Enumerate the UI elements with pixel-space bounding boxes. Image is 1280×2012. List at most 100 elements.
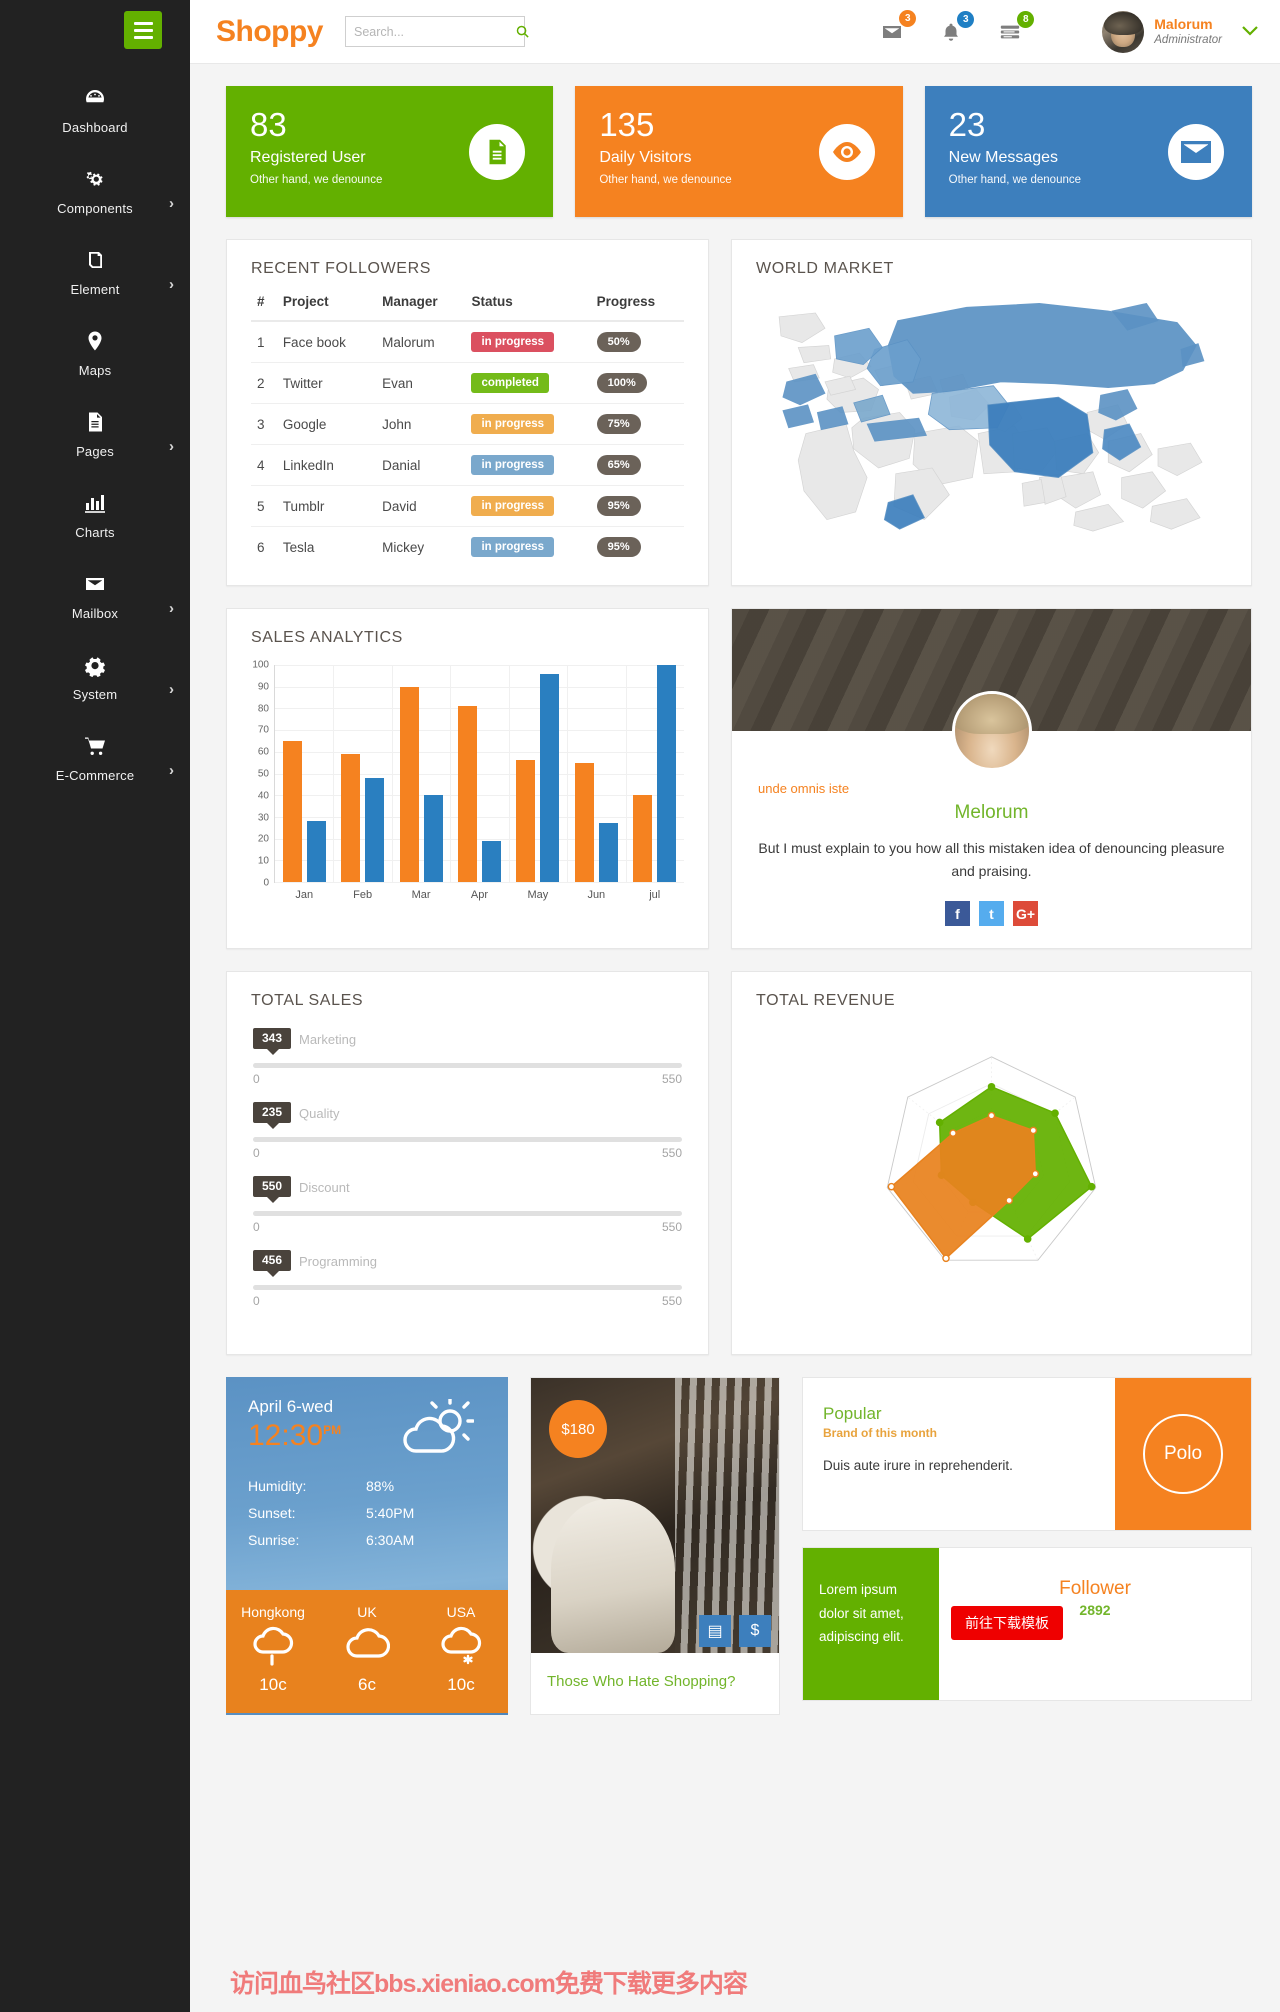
sidebar-item-pages[interactable]: Pages › <box>0 396 190 477</box>
bar[interactable] <box>365 777 385 882</box>
bar[interactable] <box>457 706 477 882</box>
sidebar-item-dashboard[interactable]: Dashboard <box>0 72 190 153</box>
table-row[interactable]: 6 Tesla Mickey in progress 95% <box>251 527 684 568</box>
slider-min: 0 <box>253 1220 260 1235</box>
table-row[interactable]: 1 Face book Malorum in progress 50% <box>251 321 684 363</box>
user-meta: Malorum Administrator <box>1154 16 1222 48</box>
popular-brand-card[interactable]: Popular Brand of this month Duis aute ir… <box>802 1377 1252 1532</box>
facebook-icon[interactable]: f <box>945 901 970 927</box>
bar[interactable] <box>399 686 419 882</box>
slider-track[interactable] <box>253 1211 682 1217</box>
sidebar-item-charts[interactable]: Charts <box>0 477 190 558</box>
slider-track[interactable] <box>253 1137 682 1143</box>
table-row[interactable]: 3 Google John in progress 75% <box>251 403 684 445</box>
content: 83 Registered User Other hand, we denounce… <box>190 64 1280 1716</box>
table-row[interactable]: 4 LinkedIn Danial in progress 65% <box>251 444 684 486</box>
follower-card[interactable]: Lorem ipsum dolor sit amet, adipiscing e… <box>802 1547 1252 1702</box>
weather-widget: April 6-wed 12:30PM Humidity: 88% Sunset… <box>226 1377 508 1716</box>
slider-track[interactable] <box>253 1285 682 1291</box>
chevron-right-icon[interactable]: › <box>169 277 174 292</box>
stat-card-registered-user[interactable]: 83 Registered User Other hand, we denounce <box>226 86 554 217</box>
promo-text: Popular Brand of this month Duis aute ir… <box>803 1378 1115 1530</box>
brand-logo[interactable]: Shoppy <box>216 15 324 49</box>
table-row[interactable]: 5 Tumblr David in progress 95% <box>251 485 684 527</box>
slider-track[interactable] <box>253 1063 682 1069</box>
followers-table-wrap: # Project Manager Status Progress 1 Face book… <box>227 290 708 585</box>
table-row[interactable]: 2 Twitter Evan completed 100% <box>251 362 684 404</box>
notification-envelope[interactable]: 3 <box>880 9 917 44</box>
world-map[interactable] <box>732 290 1251 550</box>
x-tick-label: Apr <box>470 889 489 901</box>
stat-card-daily-visitors[interactable]: 135 Daily Visitors Other hand, we denounce <box>575 86 903 217</box>
search-box[interactable] <box>345 16 529 47</box>
sidebar-item-e-commerce[interactable]: E-Commerce › <box>0 720 190 801</box>
y-tick-label: 10 <box>257 855 269 867</box>
panel-title: WORLD MARKET <box>756 260 894 277</box>
bar[interactable] <box>540 673 560 882</box>
chevron-right-icon[interactable]: › <box>169 439 174 454</box>
slider-min: 0 <box>253 1072 260 1087</box>
bar[interactable] <box>341 753 361 882</box>
x-tick-label: Feb <box>353 889 373 901</box>
slider-programming[interactable]: Programming 456 0 550 <box>253 1250 682 1308</box>
bar[interactable] <box>423 795 443 882</box>
search-icon[interactable] <box>515 24 530 39</box>
weather-value: 6:30AM <box>366 1532 415 1549</box>
bar[interactable] <box>657 665 677 882</box>
slider-marketing[interactable]: Marketing 343 0 550 <box>253 1028 682 1087</box>
topbar: Shoppy 3 3 8 Malorum Administrator <box>190 0 1280 64</box>
slider-discount[interactable]: Discount 550 0 550 <box>253 1176 682 1235</box>
slider-min: 0 <box>253 1146 260 1161</box>
y-tick-label: 100 <box>252 659 269 671</box>
hamburger-icon[interactable] <box>124 11 162 49</box>
user-menu[interactable]: Malorum Administrator <box>1102 10 1258 53</box>
dollar-icon[interactable]: $ <box>739 1615 771 1648</box>
chevron-right-icon[interactable]: › <box>169 601 174 616</box>
bar[interactable] <box>516 760 536 882</box>
weather-rows: Humidity: 88% Sunset: 5:40PM Sunrise: 6:30AM <box>248 1478 486 1548</box>
chevron-down-icon[interactable] <box>1242 23 1258 41</box>
bar[interactable] <box>481 840 501 882</box>
bar[interactable] <box>574 762 594 882</box>
shop-card[interactable]: $180 ▤ $ Those Who Hate Shopping? <box>530 1377 780 1716</box>
sidebar-item-label: Maps <box>78 363 112 378</box>
x-tick-label: Jun <box>587 889 606 901</box>
sidebar-item-system[interactable]: System › <box>0 639 190 720</box>
slider-label: Discount <box>299 1180 350 1196</box>
google-plus-icon[interactable]: G+ <box>1013 901 1038 927</box>
followers-table: # Project Manager Status Progress 1 Face book… <box>251 290 684 567</box>
bar[interactable] <box>598 823 618 882</box>
search-input[interactable] <box>354 24 515 39</box>
sidebar-item-maps[interactable]: Maps <box>0 315 190 396</box>
sidebar-item-label: Element <box>70 282 120 297</box>
column-header: Progress <box>590 290 684 322</box>
notification-bell[interactable]: 3 <box>940 10 975 43</box>
slider-quality[interactable]: Quality 235 0 550 <box>253 1102 682 1161</box>
shop-caption: Those Who Hate Shopping? <box>547 1673 736 1691</box>
sidebar-item-mailbox[interactable]: Mailbox › <box>0 558 190 639</box>
notification-tasks[interactable]: 8 <box>998 10 1035 43</box>
download-template-button[interactable]: 前往下载模板 <box>951 1606 1063 1641</box>
bar-group <box>509 665 567 882</box>
status-badge: in progress <box>471 496 555 516</box>
status-badge: completed <box>471 373 549 393</box>
chevron-right-icon[interactable]: › <box>169 763 174 778</box>
slider-label: Quality <box>299 1106 340 1122</box>
chevron-right-icon[interactable]: › <box>169 196 174 211</box>
bar[interactable] <box>282 740 302 882</box>
sidebar-item-element[interactable]: Element › <box>0 234 190 315</box>
x-tick-label: Mar <box>411 889 431 901</box>
bar-group <box>626 665 684 882</box>
panel-title: TOTAL REVENUE <box>756 992 896 1010</box>
stat-card-new-messages[interactable]: 23 New Messages Other hand, we denounce <box>924 86 1252 217</box>
promo-subheading: Brand of this month <box>823 1426 937 1441</box>
bar[interactable] <box>306 821 326 882</box>
bar[interactable] <box>633 795 653 882</box>
sidebar-item-components[interactable]: Components › <box>0 153 190 234</box>
column-header: Project <box>276 290 377 322</box>
city-temp: 6c <box>358 1675 376 1695</box>
card-icon[interactable]: ▤ <box>699 1615 731 1648</box>
twitter-icon[interactable]: t <box>979 901 1004 927</box>
chevron-right-icon[interactable]: › <box>169 682 174 697</box>
status-badge: in progress <box>471 455 555 475</box>
